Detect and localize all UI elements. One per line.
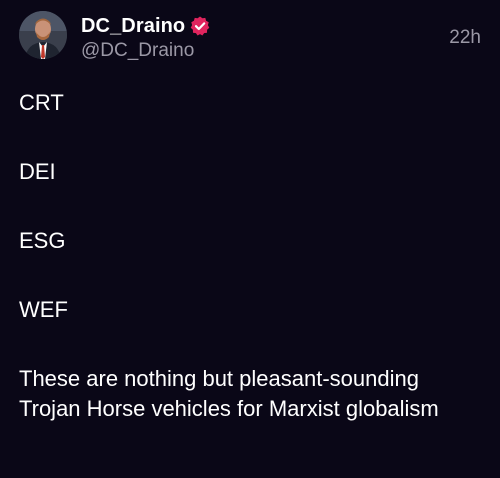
author-names: DC_Draino @DC_Draino [81,13,211,62]
verified-badge-icon [189,15,211,37]
post-body: CRT DEI ESG WEF These are nothing but pl… [19,88,481,424]
post-paragraph: DEI [19,159,56,184]
post-timestamp[interactable]: 22h [449,27,481,49]
author-display-name[interactable]: DC_Draino [81,15,185,38]
post-paragraph: These are nothing but pleasant-sounding … [19,366,439,421]
post-paragraph: ESG [19,228,66,253]
author-handle[interactable]: @DC_Draino [81,40,211,62]
avatar-image [19,11,67,59]
post-paragraph: CRT [19,90,64,115]
post-paragraph: WEF [19,297,68,322]
post-header: DC_Draino @DC_Draino 22h [19,11,481,63]
avatar[interactable] [19,11,67,59]
name-row: DC_Draino [81,13,211,39]
post-card: DC_Draino @DC_Draino 22h CRT DEI ESG WEF… [0,0,500,478]
